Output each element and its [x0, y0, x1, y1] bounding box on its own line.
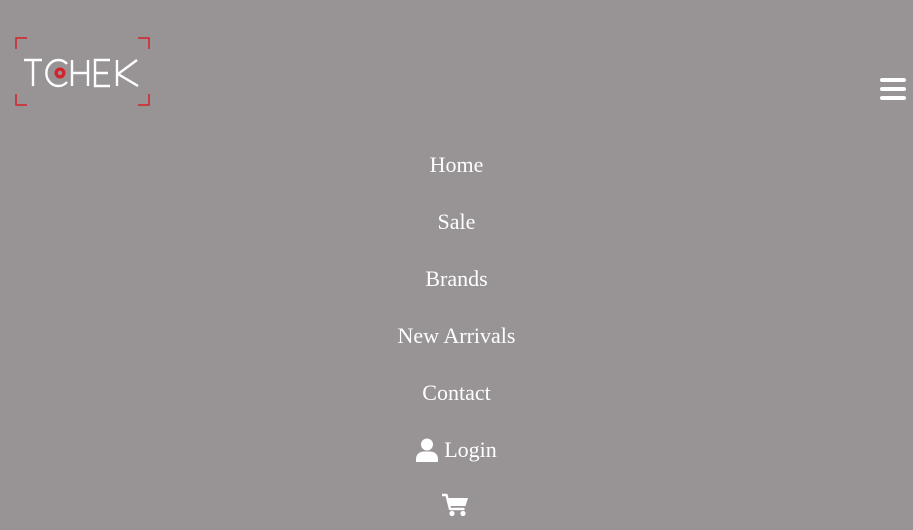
cart-glyph [442, 493, 468, 517]
nav-item-contact[interactable]: Contact [0, 380, 913, 406]
logo-image [15, 37, 150, 106]
nav-item-home[interactable]: Home [0, 152, 913, 178]
hamburger-bar [880, 87, 906, 91]
nav-item-brands[interactable]: Brands [0, 266, 913, 292]
brand-logo[interactable] [15, 37, 150, 106]
hamburger-bar [880, 78, 906, 82]
login-label: Login [444, 437, 497, 462]
nav-item-new-arrivals[interactable]: New Arrivals [0, 323, 913, 349]
user-icon [416, 438, 439, 462]
shopping-cart-icon[interactable] [442, 493, 469, 517]
hamburger-icon[interactable] [880, 78, 906, 102]
nav-item-login[interactable]: Login [0, 437, 913, 468]
hamburger-bar [880, 96, 906, 100]
nav-item-sale[interactable]: Sale [0, 209, 913, 235]
